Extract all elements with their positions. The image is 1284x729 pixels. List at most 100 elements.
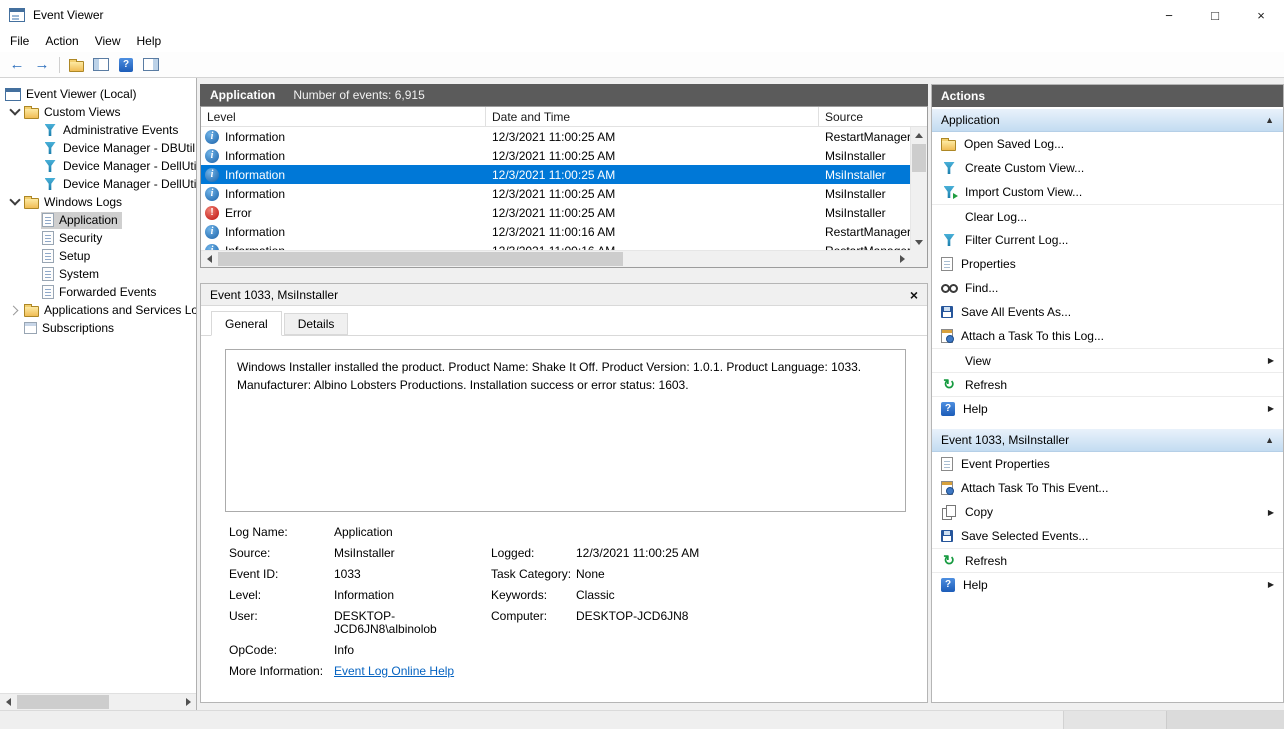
- tree-item-device-manager-dbutil[interactable]: Device Manager - DBUtil: [0, 139, 196, 157]
- event-log-icon: [42, 267, 54, 281]
- help-button[interactable]: ?: [114, 54, 138, 76]
- close-button[interactable]: ×: [1238, 0, 1284, 30]
- menu-view[interactable]: View: [87, 30, 129, 52]
- detail-content: Windows Installer installed the product.…: [201, 336, 927, 702]
- tree-item-windows-logs[interactable]: Windows Logs: [0, 193, 196, 211]
- tab-general[interactable]: General: [211, 311, 282, 336]
- tab-details[interactable]: Details: [283, 313, 349, 335]
- show-action-pane-button[interactable]: [139, 54, 163, 76]
- chevron-expanded-icon[interactable]: [6, 103, 23, 121]
- action-pane-icon: [143, 58, 159, 71]
- scroll-down-button[interactable]: [911, 234, 927, 250]
- minimize-button[interactable]: −: [1146, 0, 1192, 30]
- scroll-left-button[interactable]: [0, 694, 16, 710]
- scroll-up-button[interactable]: [911, 127, 927, 143]
- field-more-information-label: More Information:: [229, 664, 324, 678]
- table-row[interactable]: ! Error 12/3/2021 11:00:25 AM MsiInstalle…: [201, 203, 910, 222]
- table-row[interactable]: i Information 12/3/2021 11:00:25 AM Resta…: [201, 127, 910, 146]
- table-row[interactable]: i Information 12/3/2021 11:00:25 AM MsiIn…: [201, 184, 910, 203]
- action-filter-current-log[interactable]: Filter Current Log...: [932, 228, 1283, 252]
- field-task-category-label: Task Category:: [491, 567, 572, 581]
- show-console-tree-button[interactable]: [89, 54, 113, 76]
- tree-item-event-viewer-local[interactable]: Event Viewer (Local): [0, 85, 196, 103]
- action-copy[interactable]: Copy ▶: [932, 500, 1283, 524]
- scroll-right-button[interactable]: [180, 694, 196, 710]
- actions-section-header-application[interactable]: Application ▲: [932, 109, 1283, 132]
- action-label: Attach Task To This Event...: [961, 481, 1109, 495]
- chevron-collapsed-icon[interactable]: [6, 301, 23, 319]
- tree-item-device-manager-delluti-1[interactable]: Device Manager - DellUti: [0, 157, 196, 175]
- title-bar: Event Viewer − □ ×: [0, 0, 1284, 30]
- scroll-right-button[interactable]: [894, 251, 910, 267]
- menu-help[interactable]: Help: [129, 30, 170, 52]
- action-help[interactable]: ? Help ▶: [932, 396, 1283, 420]
- tree-item-label: Applications and Services Log: [44, 303, 196, 317]
- custom-view-filter-icon: [42, 140, 58, 156]
- event-datetime: 12/3/2021 11:00:25 AM: [492, 148, 616, 163]
- collapse-icon[interactable]: ▲: [1265, 115, 1274, 125]
- field-source-value: MsiInstaller: [334, 546, 395, 560]
- tree-item-system[interactable]: System: [0, 265, 196, 283]
- tree-item-device-manager-delluti-2[interactable]: Device Manager - DellUti: [0, 175, 196, 193]
- action-refresh-event[interactable]: ↻ Refresh: [932, 548, 1283, 572]
- detail-close-icon[interactable]: ×: [910, 288, 918, 302]
- menu-action[interactable]: Action: [37, 30, 86, 52]
- scroll-left-button[interactable]: [201, 251, 217, 267]
- actions-pane-title: Actions: [932, 85, 1283, 107]
- events-table: Level Date and Time Source i Information …: [200, 106, 928, 268]
- open-saved-log-button[interactable]: [64, 54, 88, 76]
- tree-horizontal-scrollbar[interactable]: [0, 693, 196, 710]
- forward-button[interactable]: →: [30, 54, 54, 76]
- action-properties[interactable]: Properties: [932, 252, 1283, 276]
- close-icon: ×: [1257, 7, 1265, 23]
- tree-item-setup[interactable]: Setup: [0, 247, 196, 265]
- action-event-properties[interactable]: Event Properties: [932, 452, 1283, 476]
- column-header-date-and-time[interactable]: Date and Time: [486, 107, 819, 126]
- tree-item-applications-and-services-logs[interactable]: Applications and Services Log: [0, 301, 196, 319]
- events-horizontal-scrollbar[interactable]: [201, 250, 910, 267]
- back-button[interactable]: ←: [5, 54, 29, 76]
- event-datetime: 12/3/2021 11:00:25 AM: [492, 167, 616, 182]
- maximize-button[interactable]: □: [1192, 0, 1238, 30]
- collapse-icon[interactable]: ▲: [1265, 435, 1274, 445]
- table-row-selected[interactable]: i Information 12/3/2021 11:00:25 AM MsiIn…: [201, 165, 910, 184]
- scrollbar-thumb[interactable]: [17, 695, 109, 709]
- actions-section-header-event[interactable]: Event 1033, MsiInstaller ▲: [932, 429, 1283, 452]
- chevron-expanded-icon[interactable]: [6, 193, 23, 211]
- scrollbar-thumb[interactable]: [218, 252, 623, 266]
- event-detail-pane: Event 1033, MsiInstaller × General Detai…: [200, 283, 928, 703]
- tree-item-security[interactable]: Security: [0, 229, 196, 247]
- action-import-custom-view[interactable]: Import Custom View...: [932, 180, 1283, 204]
- toolbar: ← → ?: [0, 52, 1284, 78]
- column-header-level[interactable]: Level: [201, 107, 486, 126]
- action-clear-log[interactable]: Clear Log...: [932, 204, 1283, 228]
- tree-item-application[interactable]: Application: [0, 211, 196, 229]
- action-attach-a-task-to-this-log[interactable]: Attach a Task To this Log...: [932, 324, 1283, 348]
- tree-item-subscriptions[interactable]: Subscriptions: [0, 319, 196, 337]
- open-folder-icon: [68, 58, 84, 72]
- submenu-arrow-icon: ▶: [1267, 580, 1274, 589]
- submenu-arrow-icon: ▶: [1267, 404, 1274, 413]
- tree-item-custom-views[interactable]: Custom Views: [0, 103, 196, 121]
- action-find[interactable]: Find...: [932, 276, 1283, 300]
- action-attach-task-to-this-event[interactable]: Attach Task To This Event...: [932, 476, 1283, 500]
- menu-file[interactable]: File: [2, 30, 37, 52]
- action-open-saved-log[interactable]: Open Saved Log...: [932, 132, 1283, 156]
- action-save-all-events-as[interactable]: Save All Events As...: [932, 300, 1283, 324]
- table-row[interactable]: iInformation 12/3/2021 11:00:16 AM Resta…: [201, 241, 910, 250]
- tree-item-administrative-events[interactable]: Administrative Events: [0, 121, 196, 139]
- action-refresh[interactable]: ↻ Refresh: [932, 372, 1283, 396]
- table-row[interactable]: iInformation 12/3/2021 11:00:16 AM Resta…: [201, 222, 910, 241]
- table-row[interactable]: i Information 12/3/2021 11:00:25 AM MsiIn…: [201, 146, 910, 165]
- scrollbar-thumb[interactable]: [912, 144, 926, 172]
- action-view[interactable]: View ▶: [932, 348, 1283, 372]
- event-log-online-help-link[interactable]: Event Log Online Help: [334, 664, 454, 678]
- column-header-source[interactable]: Source: [819, 107, 927, 126]
- action-save-selected-events[interactable]: Save Selected Events...: [932, 524, 1283, 548]
- field-log-name-value: Application: [334, 525, 393, 539]
- action-help-event[interactable]: ? Help ▶: [932, 572, 1283, 596]
- copy-icon: [941, 504, 957, 520]
- events-vertical-scrollbar[interactable]: [910, 127, 927, 250]
- tree-item-forwarded-events[interactable]: Forwarded Events: [0, 283, 196, 301]
- action-create-custom-view[interactable]: Create Custom View...: [932, 156, 1283, 180]
